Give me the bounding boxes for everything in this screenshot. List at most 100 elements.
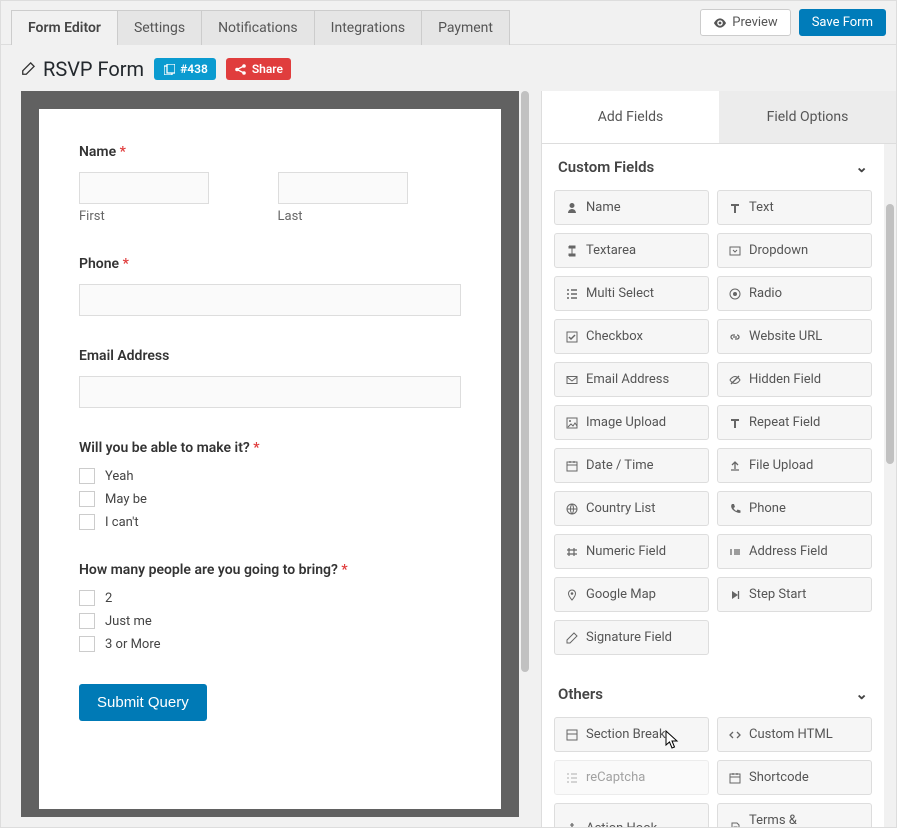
canvas-scrollbar[interactable] <box>519 91 531 817</box>
field-label-people: How many people are you going to bring? … <box>79 562 461 578</box>
option-label: I can't <box>105 515 139 530</box>
field-btn-label: Section Break <box>586 727 666 742</box>
field-action-hook[interactable]: Action Hook <box>554 803 709 827</box>
shortcode-icon <box>728 772 742 784</box>
action-hook-icon <box>565 822 579 827</box>
field-btn-label: Website URL <box>749 329 822 344</box>
field-repeat-field[interactable]: Repeat Field <box>717 405 872 440</box>
field-section-break[interactable]: Section Break <box>554 717 709 752</box>
country-list-icon <box>565 503 579 515</box>
field-numeric-field[interactable]: Numeric Field <box>554 534 709 569</box>
field-btn-label: Step Start <box>749 587 806 602</box>
field-btn-label: Radio <box>749 286 782 301</box>
shortcode-badge-text: #438 <box>180 62 208 76</box>
field-address-field[interactable]: Address Field <box>717 534 872 569</box>
preview-label: Preview <box>732 15 777 30</box>
section-others[interactable]: Others ⌄ <box>554 671 872 717</box>
field-btn-label: Repeat Field <box>749 415 820 430</box>
checkbox[interactable] <box>79 491 95 507</box>
chevron-down-icon: ⌄ <box>855 685 868 703</box>
sidebar-scrollbar[interactable] <box>884 144 896 827</box>
shortcode-badge[interactable]: #438 <box>154 58 216 80</box>
field-date-time[interactable]: Date / Time <box>554 448 709 483</box>
address-field-icon <box>728 546 742 558</box>
field-signature-field[interactable]: Signature Field <box>554 620 709 655</box>
form-title-text: RSVP Form <box>43 57 144 81</box>
numeric-field-icon <box>565 546 579 558</box>
repeat-field-icon <box>728 417 742 429</box>
field-file-upload[interactable]: File Upload <box>717 448 872 483</box>
form-canvas: Name * First Last Phone * Email Address <box>21 91 519 817</box>
custom-html-icon <box>728 729 742 741</box>
field-image-upload[interactable]: Image Upload <box>554 405 709 440</box>
tab-payment[interactable]: Payment <box>422 10 510 45</box>
first-name-input[interactable] <box>79 172 209 204</box>
image-upload-icon <box>565 417 579 429</box>
field-label-phone: Phone * <box>79 256 461 272</box>
field-btn-label: reCaptcha <box>586 770 645 785</box>
tab-settings[interactable]: Settings <box>118 10 202 45</box>
share-badge[interactable]: Share <box>226 58 291 80</box>
tab-integrations[interactable]: Integrations <box>315 10 422 45</box>
field-phone[interactable]: Phone <box>717 491 872 526</box>
checkbox[interactable] <box>79 514 95 530</box>
text-icon <box>728 202 742 214</box>
field-btn-label: Terms & Conditions <box>749 813 861 827</box>
terms-conditions-icon <box>728 822 742 827</box>
section-custom-fields[interactable]: Custom Fields ⌄ <box>554 144 872 190</box>
field-country-list[interactable]: Country List <box>554 491 709 526</box>
chevron-down-icon: ⌄ <box>855 158 868 176</box>
checkbox[interactable] <box>79 468 95 484</box>
field-dropdown[interactable]: Dropdown <box>717 233 872 268</box>
field-btn-label: Signature Field <box>586 630 672 645</box>
field-step-start[interactable]: Step Start <box>717 577 872 612</box>
copy-icon <box>162 64 176 75</box>
field-btn-label: Custom HTML <box>749 727 833 742</box>
field-hidden-field[interactable]: Hidden Field <box>717 362 872 397</box>
step-start-icon <box>728 589 742 601</box>
option-label: May be <box>105 492 147 507</box>
field-website-url[interactable]: Website URL <box>717 319 872 354</box>
pencil-icon <box>21 61 35 77</box>
submit-button[interactable]: Submit Query <box>79 684 207 721</box>
email-input[interactable] <box>79 376 461 408</box>
field-radio[interactable]: Radio <box>717 276 872 311</box>
share-badge-text: Share <box>252 62 283 76</box>
option-label: Just me <box>105 614 152 629</box>
tab-notifications[interactable]: Notifications <box>202 10 315 45</box>
preview-button[interactable]: Preview <box>700 9 790 36</box>
field-custom-html[interactable]: Custom HTML <box>717 717 872 752</box>
field-btn-label: Date / Time <box>586 458 654 473</box>
checkbox[interactable] <box>79 636 95 652</box>
checkbox[interactable] <box>79 613 95 629</box>
website-url-icon <box>728 331 742 343</box>
field-btn-label: Shortcode <box>749 770 809 785</box>
field-multi-select[interactable]: Multi Select <box>554 276 709 311</box>
phone-input[interactable] <box>79 284 461 316</box>
field-shortcode[interactable]: Shortcode <box>717 760 872 795</box>
field-terms-conditions[interactable]: Terms & Conditions <box>717 803 872 827</box>
tab-form-editor[interactable]: Form Editor <box>11 10 118 45</box>
field-name[interactable]: Name <box>554 190 709 225</box>
field-google-map[interactable]: Google Map <box>554 577 709 612</box>
last-name-input[interactable] <box>278 172 408 204</box>
phone-icon <box>728 503 742 515</box>
signature-field-icon <box>565 632 579 644</box>
recaptcha-icon <box>565 772 579 784</box>
field-checkbox[interactable]: Checkbox <box>554 319 709 354</box>
textarea-icon <box>565 245 579 257</box>
field-email-address[interactable]: Email Address <box>554 362 709 397</box>
field-btn-label: Numeric Field <box>586 544 666 559</box>
field-label-attend: Will you be able to make it? * <box>79 440 461 456</box>
tab-add-fields[interactable]: Add Fields <box>542 91 719 143</box>
field-recaptcha[interactable]: reCaptcha <box>554 760 709 795</box>
field-text[interactable]: Text <box>717 190 872 225</box>
field-btn-label: Dropdown <box>749 243 808 258</box>
checkbox[interactable] <box>79 590 95 606</box>
tab-field-options[interactable]: Field Options <box>719 91 896 143</box>
field-btn-label: Email Address <box>586 372 669 387</box>
save-form-button[interactable]: Save Form <box>799 9 886 36</box>
checkbox-icon <box>565 331 579 343</box>
sub-last: Last <box>278 209 462 224</box>
field-textarea[interactable]: Textarea <box>554 233 709 268</box>
